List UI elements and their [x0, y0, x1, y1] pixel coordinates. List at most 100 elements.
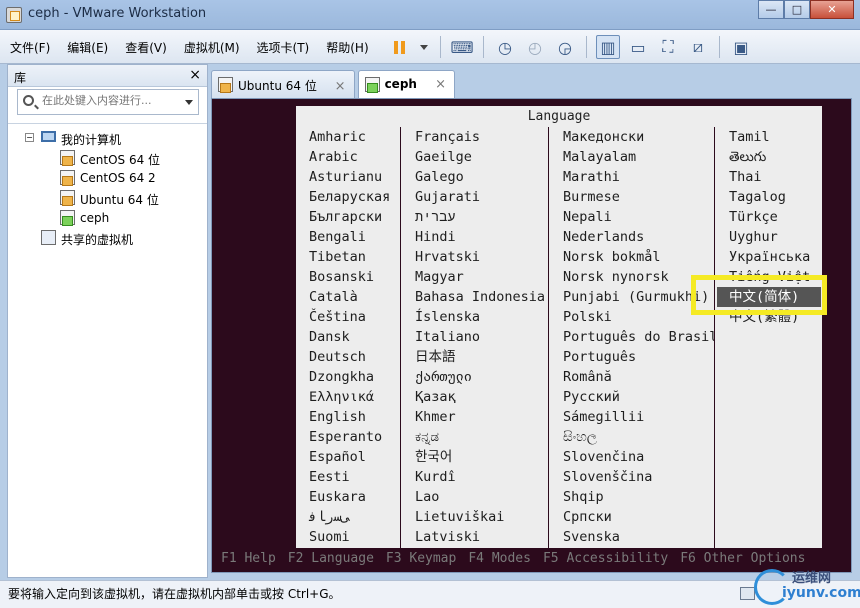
library-search[interactable] — [17, 89, 199, 115]
maximize-button[interactable]: □ — [784, 0, 810, 19]
language-option[interactable]: Қазақ — [402, 387, 548, 407]
language-option[interactable]: Català — [296, 287, 400, 307]
menu-file[interactable]: 文件(F) — [10, 39, 50, 56]
language-option[interactable]: Српски — [550, 507, 714, 527]
language-option[interactable]: Gujarati — [402, 187, 548, 207]
tree-item-vm[interactable]: CentOS 64 位 — [8, 148, 207, 168]
language-option[interactable]: Uyghur — [716, 227, 822, 247]
language-option[interactable]: Português — [550, 347, 714, 367]
chevron-down-icon[interactable] — [185, 100, 193, 105]
language-option[interactable]: Sámegillii — [550, 407, 714, 427]
language-option[interactable]: Slovenčina — [550, 447, 714, 467]
language-option[interactable]: සිංහල — [550, 427, 714, 447]
f3-keymap[interactable]: F3 Keymap — [386, 551, 456, 566]
language-option[interactable]: Gaeilge — [402, 147, 548, 167]
language-option[interactable]: Galego — [402, 167, 548, 187]
language-option[interactable]: Euskara — [296, 487, 400, 507]
close-button[interactable]: ✕ — [810, 0, 854, 19]
language-option[interactable]: Arabic — [296, 147, 400, 167]
snapshot-manager-button[interactable]: ◶ — [553, 35, 577, 59]
language-option[interactable]: Hindi — [402, 227, 548, 247]
language-option[interactable]: Lietuviškai — [402, 507, 548, 527]
language-option[interactable]: Latviski — [402, 527, 548, 547]
language-option[interactable]: Shqip — [550, 487, 714, 507]
language-option[interactable]: 日本語 — [402, 347, 548, 367]
language-option[interactable]: Ελληνικά — [296, 387, 400, 407]
language-option[interactable]: Slovenščina — [550, 467, 714, 487]
tab-ubuntu[interactable]: Ubuntu 64 位 × — [211, 70, 355, 98]
menu-tabs[interactable]: 选项卡(T) — [257, 39, 310, 56]
language-option[interactable]: Malayalam — [550, 147, 714, 167]
language-option[interactable]: Português do Brasil — [550, 327, 714, 347]
tree-item-my-computer[interactable]: − 我的计算机 — [8, 128, 207, 148]
library-close-icon[interactable]: × — [189, 67, 201, 83]
language-option[interactable]: ಕನ್ನಡ — [402, 427, 548, 447]
menu-help[interactable]: 帮助(H) — [326, 39, 368, 56]
collapse-icon[interactable]: − — [25, 133, 34, 142]
search-input[interactable] — [42, 94, 177, 107]
menu-view[interactable]: 查看(V) — [125, 39, 167, 56]
language-option[interactable]: Dansk — [296, 327, 400, 347]
language-option[interactable]: Bahasa Indonesia — [402, 287, 548, 307]
console-view-button[interactable]: ▣ — [729, 35, 753, 59]
language-option[interactable]: Eesti — [296, 467, 400, 487]
send-ctrl-alt-del-button[interactable]: ⌨ — [450, 35, 474, 59]
close-tab-icon[interactable]: × — [335, 79, 346, 94]
menu-vm[interactable]: 虚拟机(M) — [184, 39, 240, 56]
language-option[interactable]: Dzongkha — [296, 367, 400, 387]
close-tab-icon[interactable]: × — [435, 77, 446, 92]
language-option[interactable]: Беларуская — [296, 187, 400, 207]
language-option[interactable]: Khmer — [402, 407, 548, 427]
language-option[interactable]: Čeština — [296, 307, 400, 327]
show-library-button[interactable]: ▥ — [596, 35, 620, 59]
tree-item-vm-ceph[interactable]: ceph — [8, 208, 207, 228]
revert-snapshot-button[interactable]: ◴ — [523, 35, 547, 59]
language-option[interactable]: Lao — [402, 487, 548, 507]
tab-ceph[interactable]: ceph × — [357, 70, 456, 98]
minimize-button[interactable]: — — [758, 0, 784, 19]
language-option[interactable]: Tibetan — [296, 247, 400, 267]
language-option[interactable]: Türkçe — [716, 207, 822, 227]
language-option[interactable]: Asturianu — [296, 167, 400, 187]
tree-item-vm[interactable]: CentOS 64 2 — [8, 168, 207, 188]
language-option[interactable]: עברית — [402, 207, 548, 227]
language-option[interactable]: Amharic — [296, 127, 400, 147]
show-thumbnail-button[interactable]: ▭ — [626, 35, 650, 59]
language-option[interactable]: Italiano — [402, 327, 548, 347]
language-option[interactable]: Burmese — [550, 187, 714, 207]
f5-accessibility[interactable]: F5 Accessibility — [543, 551, 668, 566]
language-option[interactable]: Nederlands — [550, 227, 714, 247]
language-option[interactable]: Norsk nynorsk — [550, 267, 714, 287]
vm-console[interactable]: Language Amharic Arabic Asturianu Беларуска… — [211, 98, 852, 573]
language-option[interactable]: Thai — [716, 167, 822, 187]
menu-edit[interactable]: 编辑(E) — [67, 39, 108, 56]
language-option[interactable]: Български — [296, 207, 400, 227]
take-snapshot-button[interactable]: ◷ — [493, 35, 517, 59]
language-option[interactable]: Magyar — [402, 267, 548, 287]
language-option[interactable]: Română — [550, 367, 714, 387]
language-option[interactable]: Українська — [716, 247, 822, 267]
language-option[interactable]: 한국어 — [402, 447, 548, 467]
language-option[interactable]: Русский — [550, 387, 714, 407]
f4-modes[interactable]: F4 Modes — [468, 551, 531, 566]
language-option[interactable]: Esperanto — [296, 427, 400, 447]
language-option[interactable]: Deutsch — [296, 347, 400, 367]
language-option[interactable]: Suomi — [296, 527, 400, 547]
pause-button[interactable] — [387, 35, 411, 59]
language-option[interactable]: Français — [402, 127, 548, 147]
language-option[interactable]: Tamil — [716, 127, 822, 147]
f1-help[interactable]: F1 Help — [221, 551, 276, 566]
language-option[interactable]: ქართული — [402, 367, 548, 387]
language-option[interactable]: Македонски — [550, 127, 714, 147]
language-option[interactable]: Norsk bokmål — [550, 247, 714, 267]
language-option[interactable]: Svenska — [550, 527, 714, 547]
language-option[interactable]: English — [296, 407, 400, 427]
fullscreen-button[interactable]: ⛶ — [656, 35, 680, 59]
device-icon[interactable] — [740, 587, 755, 600]
language-option[interactable]: Nepali — [550, 207, 714, 227]
language-option[interactable]: Tagalog — [716, 187, 822, 207]
language-option[interactable]: Español — [296, 447, 400, 467]
tree-item-shared-vms[interactable]: 共享的虚拟机 — [8, 228, 207, 248]
power-dropdown-button[interactable] — [417, 35, 431, 59]
language-option[interactable]: Íslenska — [402, 307, 548, 327]
